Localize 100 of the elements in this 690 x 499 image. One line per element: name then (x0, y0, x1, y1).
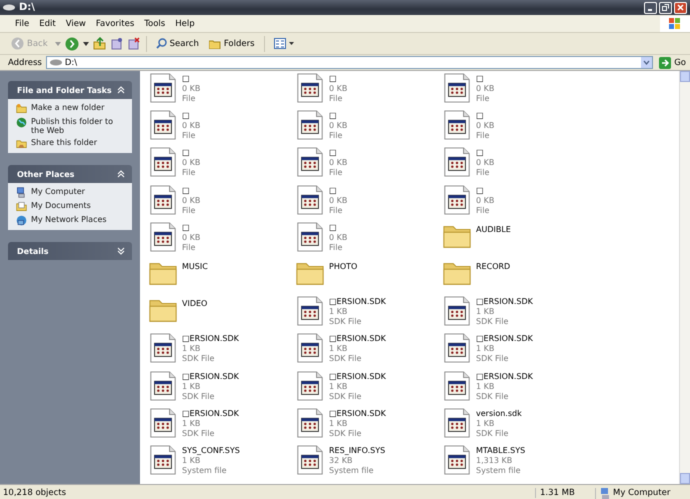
address-field[interactable]: D:\ (46, 56, 654, 69)
file-type: File (182, 131, 196, 142)
panel-header[interactable]: File and Folder Tasks (8, 81, 132, 99)
folder-name[interactable]: RECORD (476, 262, 510, 272)
file-type: File (329, 242, 344, 253)
file-name[interactable]: □ (329, 111, 348, 122)
arrow-icon (659, 56, 672, 68)
file-size: 32 KB (329, 456, 354, 466)
file-name[interactable]: □ (329, 148, 348, 158)
task-link[interactable]: My Computer (31, 187, 85, 196)
file-size: 1 KB (476, 382, 496, 392)
minimize-button[interactable] (644, 2, 657, 14)
file-size: 0 KB (182, 196, 200, 206)
scrollbar[interactable] (679, 71, 690, 484)
file-size: 1 KB (182, 456, 202, 466)
folder-name[interactable]: MUSIC (182, 262, 208, 272)
file-name[interactable]: □ (329, 74, 348, 84)
go-button[interactable]: Go (657, 56, 690, 68)
drive-icon (50, 59, 62, 66)
folder-icon (16, 103, 27, 114)
file-name[interactable]: □ERSION.SDK (329, 297, 386, 308)
folders-button[interactable]: Folders (206, 38, 258, 50)
file-name[interactable]: □ (476, 111, 494, 122)
file-name[interactable]: □ (329, 186, 348, 196)
panel-header[interactable]: Details (8, 242, 132, 260)
file-name[interactable]: SYS_CONF.SYS (182, 446, 240, 456)
file-name[interactable]: □ERSION.SDK (476, 297, 533, 308)
file-type: SDK File (476, 392, 510, 402)
file-type: SDK File (182, 392, 216, 402)
task-link[interactable]: Publish this folder to the Web (31, 117, 126, 135)
caret-icon (288, 42, 294, 45)
grid-icon (274, 38, 286, 49)
search-button[interactable]: Search (152, 37, 202, 50)
file-size: 0 KB (476, 84, 494, 94)
file-type: SDK File (329, 354, 362, 364)
menu-item[interactable]: Tools (139, 18, 170, 28)
delete-icon[interactable] (126, 37, 140, 50)
menu-item[interactable]: File (10, 18, 34, 28)
folder-name[interactable]: VIDEO (182, 299, 208, 310)
up-folder-icon[interactable] (92, 37, 106, 50)
file-name[interactable]: □ERSION.SDK (182, 408, 239, 419)
document-icon (148, 146, 178, 178)
dropdown-icon[interactable] (641, 57, 652, 68)
expand-icon[interactable] (117, 247, 125, 255)
file-name[interactable]: □ (182, 186, 200, 196)
file-name[interactable]: □ (476, 74, 494, 84)
restore-button[interactable] (659, 2, 672, 14)
documents-icon (16, 201, 27, 212)
file-name[interactable]: □ (182, 111, 200, 122)
file-name[interactable]: □ (329, 222, 348, 233)
file-name[interactable]: MTABLE.SYS (476, 446, 526, 456)
task-link[interactable]: My Network Places (31, 215, 107, 224)
file-type: System file (476, 466, 522, 476)
panel-header[interactable]: Other Places (8, 165, 132, 183)
document-icon (442, 370, 472, 402)
file-name[interactable]: □ (476, 186, 494, 196)
location-label: My Computer (613, 488, 670, 498)
document-icon (442, 406, 472, 439)
file-type: SDK File (476, 317, 510, 328)
document-icon (442, 295, 472, 328)
forward-button[interactable] (64, 36, 79, 50)
file-name[interactable]: □ (476, 148, 494, 158)
file-name[interactable]: □ERSION.SDK (329, 408, 386, 419)
menu-item[interactable]: View (60, 18, 91, 28)
drive-icon (3, 4, 15, 11)
caret-icon[interactable] (82, 42, 89, 46)
collapse-icon[interactable] (117, 86, 125, 94)
file-name[interactable]: □ERSION.SDK (329, 334, 386, 344)
close-button[interactable] (674, 2, 687, 14)
globe-icon (16, 117, 27, 128)
folder-name[interactable]: PHOTO (329, 262, 358, 272)
file-name[interactable]: □ERSION.SDK (182, 334, 239, 344)
file-name[interactable]: □ERSION.SDK (329, 372, 386, 382)
menu-item[interactable]: Favorites (90, 18, 140, 28)
menu-item[interactable]: Edit (34, 18, 61, 28)
file-name[interactable]: version.sdk (476, 408, 522, 419)
collapse-icon[interactable] (117, 170, 125, 178)
document-icon (148, 220, 178, 253)
task-link[interactable]: My Documents (31, 201, 91, 210)
folder-name[interactable]: AUDIBLE (476, 224, 511, 235)
file-name[interactable]: □ERSION.SDK (476, 334, 533, 344)
file-name[interactable]: □ (182, 222, 200, 233)
document-icon (295, 332, 325, 364)
window-title: D:\ (19, 2, 36, 13)
file-name[interactable]: □ (182, 74, 200, 84)
file-name[interactable]: RES_INFO.SYS (329, 446, 386, 456)
task-link[interactable]: Share this folder (31, 138, 97, 147)
file-name[interactable]: □ERSION.SDK (182, 372, 239, 382)
search-icon (156, 38, 167, 49)
file-type: File (476, 168, 490, 178)
task-link[interactable]: Make a new folder (31, 103, 104, 112)
menu-item[interactable]: Help (170, 18, 200, 28)
file-size: 1 KB (329, 307, 348, 318)
windows-logo (660, 16, 690, 32)
document-icon (295, 184, 325, 216)
file-name[interactable]: □ERSION.SDK (476, 372, 533, 382)
file-size: 0 KB (329, 196, 348, 206)
file-type: File (476, 94, 490, 104)
file-name[interactable]: □ (182, 148, 200, 158)
file-size: 1 KB (476, 307, 496, 318)
